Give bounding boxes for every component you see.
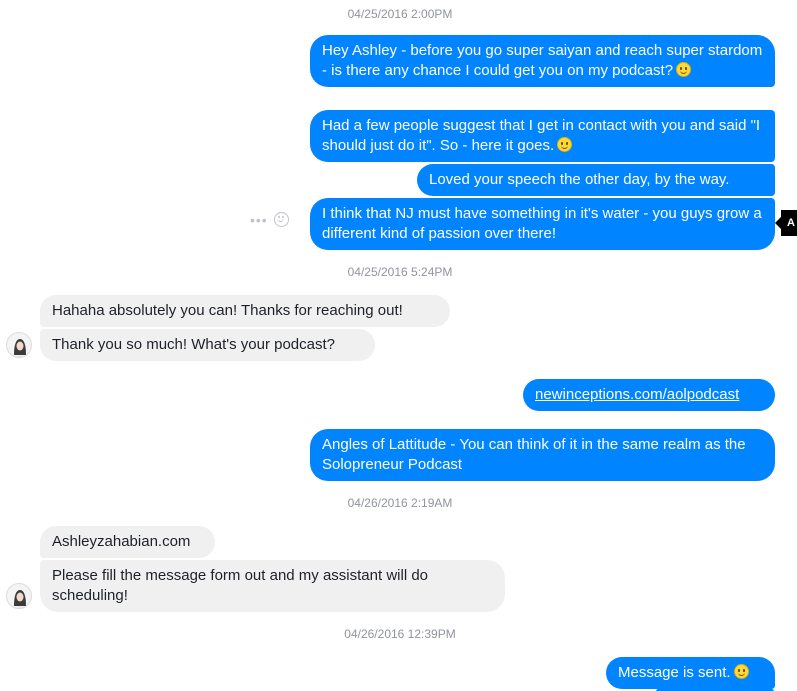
- outgoing-message[interactable]: Hey Ashley - before you go super saiyan …: [310, 35, 775, 87]
- outgoing-message[interactable]: Angles of Lattitude - You can think of i…: [310, 429, 775, 481]
- timestamp: 04/25/2016 2:00PM: [347, 7, 453, 21]
- timestamp: 04/26/2016 2:19AM: [347, 496, 453, 510]
- slightly-smiling-face-icon: [557, 137, 573, 152]
- incoming-message[interactable]: Thank you so much! What's your podcast?: [40, 329, 375, 361]
- message-text: Angles of Lattitude - You can think of i…: [322, 436, 746, 473]
- outgoing-message[interactable]: Message is sent.: [606, 657, 775, 689]
- outgoing-link-message[interactable]: newinceptions.com/aolpodcast: [523, 379, 775, 411]
- message-text: Thank you so much! What's your podcast?: [52, 336, 336, 353]
- podcast-link[interactable]: newinceptions.com/aolpodcast: [535, 386, 739, 403]
- outgoing-message[interactable]: I think that NJ must have something in i…: [310, 198, 775, 250]
- contact-avatar[interactable]: [6, 332, 32, 358]
- outgoing-message[interactable]: Loved your speech the other day, by the …: [417, 164, 775, 196]
- message-text: Ashleyzahabian.com: [52, 533, 191, 550]
- message-text: I think that NJ must have something in i…: [322, 205, 762, 242]
- timestamp: 04/25/2016 5:24PM: [347, 265, 453, 279]
- incoming-message[interactable]: Please fill the message form out and my …: [40, 560, 505, 612]
- contact-avatar[interactable]: [6, 583, 32, 609]
- incoming-message[interactable]: Hahaha absolutely you can! Thanks for re…: [40, 295, 450, 327]
- message-text: Please fill the message form out and my …: [52, 567, 429, 604]
- message-text: Hey Ashley - before you go super saiyan …: [322, 42, 763, 79]
- slightly-smiling-face-icon: [676, 62, 692, 77]
- timestamp: 04/26/2016 12:39PM: [344, 627, 456, 641]
- message-text: Message is sent.: [618, 664, 731, 681]
- outgoing-message[interactable]: Had a few people suggest that I get in c…: [310, 110, 775, 162]
- slightly-smiling-face-icon: [733, 664, 749, 679]
- smiley-outline-icon[interactable]: [273, 212, 289, 227]
- message-text: Loved your speech the other day, by the …: [429, 171, 730, 188]
- tooltip: A: [775, 210, 797, 236]
- message-text: Had a few people suggest that I get in c…: [322, 117, 761, 154]
- incoming-message[interactable]: Ashleyzahabian.com: [40, 526, 215, 558]
- message-text: Hahaha absolutely you can! Thanks for re…: [52, 302, 403, 319]
- more-dots-icon[interactable]: •••: [250, 213, 268, 227]
- message-actions: •••: [250, 212, 289, 227]
- conversation-view: 04/25/2016 2:00PM Hey Ashley - before yo…: [0, 0, 797, 691]
